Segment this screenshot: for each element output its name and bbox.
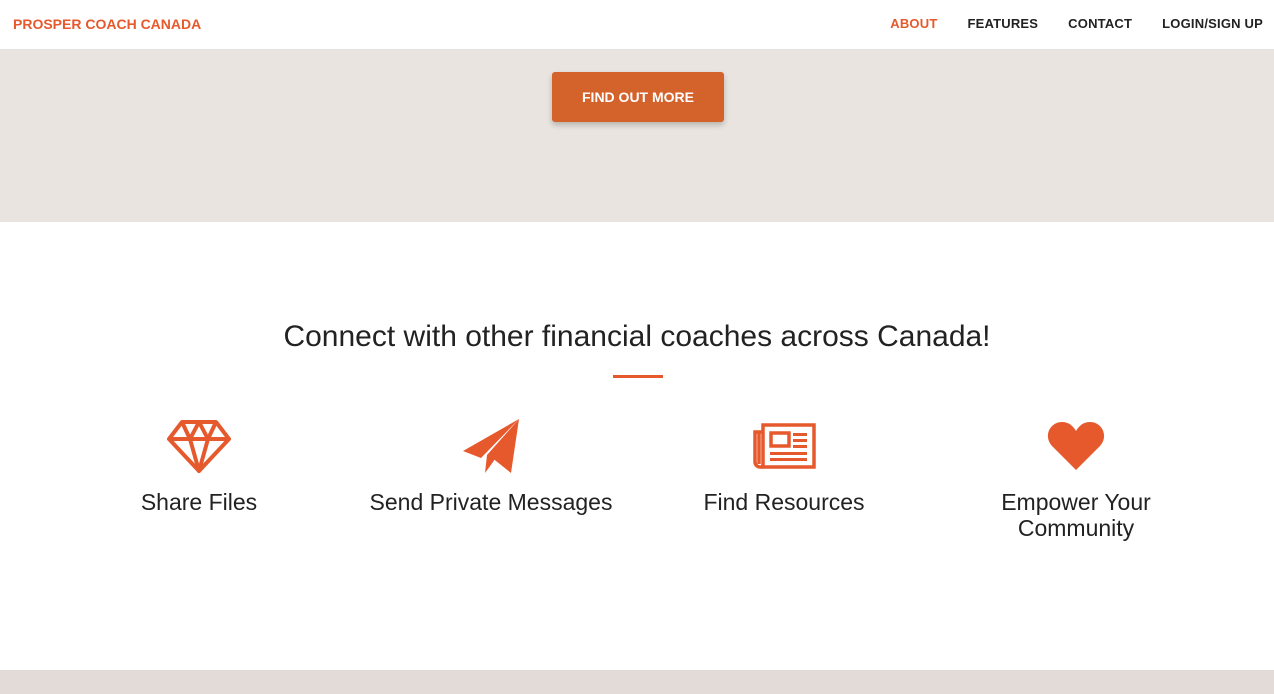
nav-link-contact[interactable]: CONTACT bbox=[1068, 16, 1132, 31]
section-heading: Connect with other financial coaches acr… bbox=[283, 320, 991, 353]
paper-plane-icon bbox=[463, 419, 519, 473]
footer-band bbox=[0, 670, 1274, 694]
nav-link-features[interactable]: FEATURES bbox=[967, 16, 1038, 31]
brand-logo-link[interactable]: PROSPER COACH CANADA bbox=[13, 16, 201, 32]
nav-link-login-signup[interactable]: LOGIN/SIGN UP bbox=[1162, 16, 1263, 31]
nav-link-about[interactable]: ABOUT bbox=[890, 16, 937, 31]
feature-label: Empower Your Community bbox=[1001, 489, 1151, 541]
diamond-icon bbox=[167, 420, 231, 473]
top-navbar: PROSPER COACH CANADA ABOUT FEATURES CONT… bbox=[0, 0, 1274, 50]
find-out-more-button[interactable]: FIND OUT MORE bbox=[552, 72, 724, 122]
feature-label: Find Resources bbox=[703, 489, 865, 515]
feature-send-messages: Send Private Messages bbox=[345, 416, 637, 515]
heart-icon bbox=[1047, 422, 1105, 470]
feature-share-files: Share Files bbox=[53, 416, 345, 515]
nav-links: ABOUT FEATURES CONTACT LOGIN/SIGN UP bbox=[860, 16, 1263, 31]
feature-empower-community: Empower Your Community bbox=[930, 416, 1222, 541]
feature-label: Send Private Messages bbox=[369, 489, 613, 515]
hero-section: FIND OUT MORE bbox=[0, 50, 1274, 222]
heading-divider bbox=[613, 375, 663, 378]
services-section: Connect with other financial coaches acr… bbox=[0, 222, 1274, 670]
newspaper-icon bbox=[753, 423, 816, 469]
feature-find-resources: Find Resources bbox=[638, 416, 930, 515]
feature-label: Share Files bbox=[140, 489, 258, 515]
